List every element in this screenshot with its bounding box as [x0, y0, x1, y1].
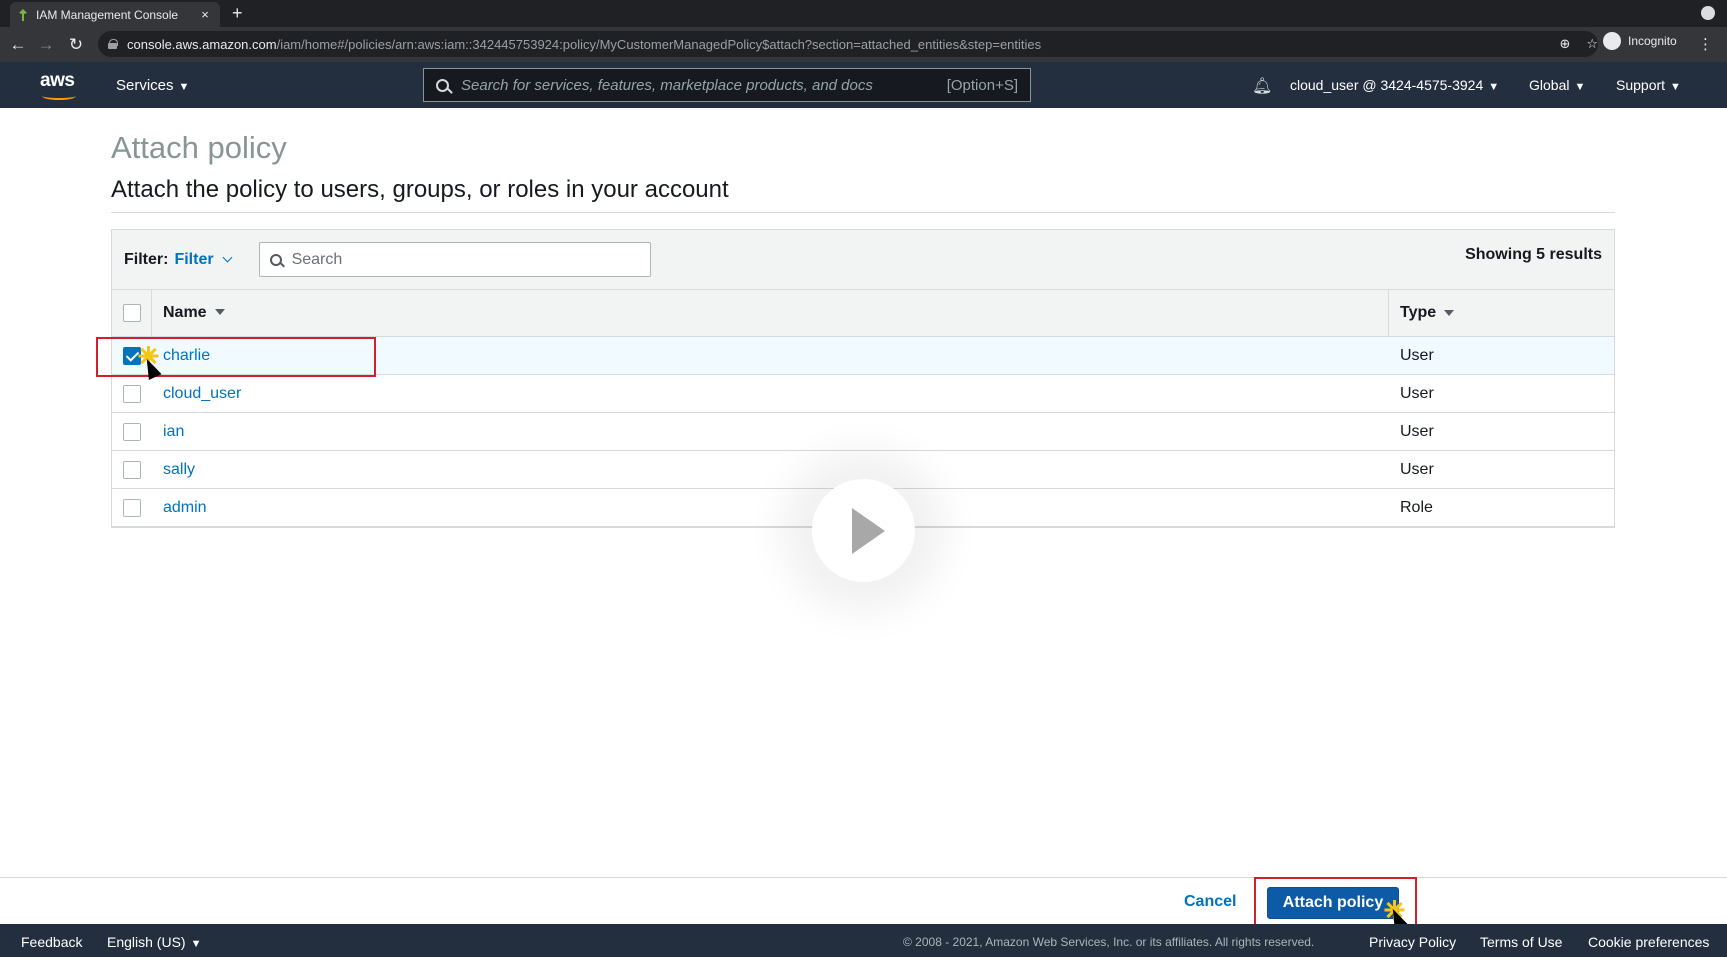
aws-top-nav: aws Services ▼ Search for services, featu… — [0, 62, 1727, 108]
privacy-policy-link[interactable]: Privacy Policy — [1369, 934, 1456, 950]
feedback-link[interactable]: Feedback — [21, 934, 82, 950]
omnibox-icons: ⊕ ☆ — [1559, 31, 1598, 57]
entity-name-link[interactable]: admin — [152, 499, 1389, 517]
row-checkbox[interactable] — [123, 498, 141, 517]
lock-icon — [108, 39, 118, 49]
row-checkbox[interactable] — [123, 460, 141, 479]
browser-tab-bar: IAM Management Console × + — [0, 0, 1727, 27]
row-checkbox[interactable] — [123, 422, 141, 441]
forward-icon[interactable]: → — [36, 35, 56, 55]
column-header-name[interactable]: Name — [152, 290, 1389, 336]
page-title: Attach policy — [111, 130, 287, 165]
entity-name-link[interactable]: sally — [152, 461, 1389, 479]
select-all-cell — [112, 290, 152, 336]
copyright-text: © 2008 - 2021, Amazon Web Services, Inc.… — [903, 935, 1315, 949]
video-play-icon[interactable] — [812, 479, 915, 582]
entity-type: User — [1400, 460, 1434, 478]
incognito-icon — [1603, 32, 1621, 50]
table-row[interactable]: ian User — [112, 413, 1614, 451]
language-selector[interactable]: English (US) ▼ — [107, 934, 201, 950]
entity-name-link[interactable]: ian — [152, 423, 1389, 441]
address-bar[interactable]: console.aws.amazon.com /iam/home#/polici… — [98, 31, 1598, 57]
back-icon[interactable]: ← — [8, 35, 28, 55]
column-header-type[interactable]: Type — [1389, 304, 1614, 322]
action-bar: Cancel Attach policy — [0, 877, 1727, 924]
url-domain: console.aws.amazon.com — [127, 36, 277, 52]
region-menu[interactable]: Global ▼ — [1529, 77, 1585, 93]
aws-search-bar[interactable]: Search for services, features, marketpla… — [423, 68, 1031, 102]
row-checkbox[interactable] — [123, 384, 141, 403]
aws-logo[interactable]: aws — [40, 70, 80, 100]
terms-of-use-link[interactable]: Terms of Use — [1480, 934, 1562, 950]
browser-tab[interactable]: IAM Management Console × — [10, 2, 220, 27]
cookie-preferences-link[interactable]: Cookie preferences — [1588, 934, 1709, 950]
caret-down-icon: ▼ — [1488, 81, 1500, 93]
select-all-checkbox[interactable] — [122, 304, 141, 322]
aws-search-placeholder: Search for services, features, marketpla… — [461, 76, 873, 94]
table-header: Name Type — [112, 290, 1614, 337]
entity-name-link[interactable]: cloud_user — [152, 385, 1389, 403]
browser-menu-icon[interactable]: ⋮ — [1698, 35, 1713, 53]
services-menu[interactable]: Services ▼ — [116, 77, 189, 94]
caret-down-icon: ▼ — [1670, 81, 1681, 93]
page-subtitle: Attach the policy to users, groups, or r… — [111, 176, 729, 203]
sort-caret-icon — [214, 309, 225, 315]
favicon-icon — [19, 8, 27, 21]
header-divider — [111, 212, 1615, 213]
sort-caret-icon — [1444, 310, 1455, 316]
aws-smile-icon — [42, 92, 76, 100]
tab-title: IAM Management Console — [36, 7, 179, 22]
tab-search-icon[interactable] — [1701, 6, 1715, 20]
caret-down-icon: ▼ — [1574, 81, 1586, 93]
bookmark-star-icon[interactable]: ☆ — [1586, 36, 1598, 52]
new-tab-icon[interactable]: + — [232, 3, 243, 24]
entity-type: User — [1400, 384, 1434, 402]
cancel-button[interactable]: Cancel — [1184, 893, 1236, 911]
search-icon — [436, 78, 449, 92]
incognito-indicator[interactable]: Incognito — [1603, 32, 1677, 50]
filter-bar: Filter: Filter Showing 5 results — [112, 230, 1614, 290]
filter-dropdown[interactable]: Filter — [174, 251, 233, 269]
entity-type: User — [1400, 422, 1434, 440]
search-field[interactable] — [258, 242, 651, 277]
entity-type: User — [1400, 346, 1434, 364]
caret-down-icon: ▼ — [178, 81, 190, 93]
chevron-down-icon — [222, 252, 233, 262]
reload-icon[interactable]: ↻ — [66, 35, 86, 55]
filter-label: Filter: — [124, 250, 169, 268]
aws-footer: Feedback English (US) ▼ © 2008 - 2021, Am… — [0, 924, 1727, 957]
close-tab-icon[interactable]: × — [198, 7, 212, 22]
support-menu[interactable]: Support ▼ — [1616, 77, 1681, 93]
incognito-label: Incognito — [1628, 34, 1677, 48]
notifications-bell-icon[interactable]: 🔔︎ — [1252, 76, 1272, 96]
url-path: /iam/home#/policies/arn:aws:iam::3424457… — [276, 36, 1042, 52]
zoom-icon[interactable]: ⊕ — [1559, 36, 1570, 52]
search-shortcut: [Option+S] — [946, 76, 1018, 94]
search-icon — [269, 253, 282, 266]
entity-type: Role — [1400, 498, 1433, 516]
results-count: Showing 5 results — [1465, 246, 1602, 263]
table-row[interactable]: cloud_user User — [112, 375, 1614, 413]
search-input[interactable] — [291, 250, 632, 269]
account-menu[interactable]: cloud_user @ 3424-4575-3924 ▼ — [1290, 77, 1499, 93]
caret-down-icon: ▼ — [190, 938, 202, 950]
browser-toolbar: ← → ↻ console.aws.amazon.com /iam/home#/… — [0, 27, 1727, 62]
